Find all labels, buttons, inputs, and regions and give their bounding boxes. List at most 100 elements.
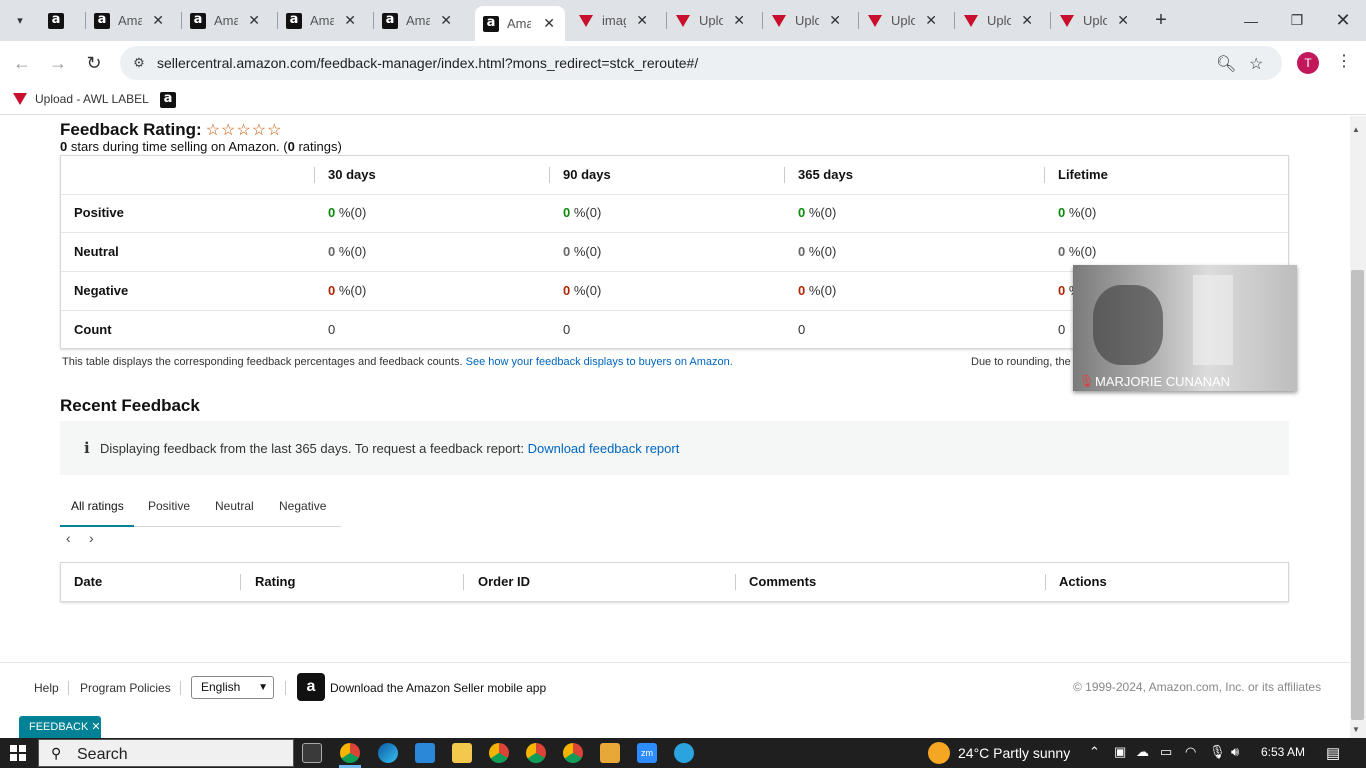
language-select[interactable]: English ▼ (191, 676, 274, 699)
awl-favicon-icon (13, 93, 27, 105)
scrollbar-thumb[interactable] (1351, 270, 1364, 720)
close-tab-icon[interactable]: ✕ (636, 12, 648, 29)
address-bar[interactable]: ⚙ sellercentral.amazon.com/feedback-mana… (120, 46, 1282, 80)
feedback-rating-label: Feedback Rating: (60, 120, 202, 139)
browser-tab[interactable]: a Ama ✕ (86, 6, 174, 35)
reload-icon[interactable]: ↻ (82, 51, 106, 75)
tab-title: Ama (406, 13, 430, 28)
restore-icon[interactable]: ❐ (1274, 0, 1320, 41)
close-tab-icon[interactable]: ✕ (344, 12, 356, 29)
summary-ratings-value: 0 (287, 139, 295, 154)
notification-icon[interactable]: ▤ (1326, 744, 1340, 762)
slack-icon[interactable] (600, 743, 620, 763)
browser-tab[interactable]: imag ✕ (570, 6, 658, 35)
close-tab-icon[interactable]: ✕ (440, 12, 452, 29)
browser-tab[interactable]: a Ama ✕ (475, 6, 565, 41)
close-window-icon[interactable]: ✕ (1320, 0, 1366, 41)
scroll-up-icon[interactable]: ▲ (1352, 125, 1360, 134)
close-tab-icon[interactable]: ✕ (152, 12, 164, 29)
tab-neutral[interactable]: Neutral (215, 489, 254, 527)
bookmark-star-icon[interactable]: ☆ (1249, 54, 1263, 74)
feedback-button[interactable]: FEEDBACK ✕ (19, 716, 101, 738)
tab-all-ratings[interactable]: All ratings (60, 489, 134, 527)
bookmark-amazon[interactable]: a (160, 92, 176, 108)
table-cell: 0 %(0) (1058, 194, 1096, 232)
microphone-icon[interactable]: 🎙︎ (1209, 744, 1226, 760)
url-text[interactable]: sellercentral.amazon.com/feedback-manage… (157, 55, 698, 71)
close-tab-icon[interactable]: ✕ (248, 12, 260, 29)
chrome-icon[interactable] (489, 743, 509, 763)
onedrive-icon[interactable]: ☁ (1136, 744, 1149, 760)
browser-tab[interactable]: a Ama ✕ (278, 6, 366, 35)
task-view-icon[interactable] (302, 743, 322, 763)
close-tab-icon[interactable]: ✕ (1021, 12, 1033, 29)
help-link[interactable]: Help (34, 681, 59, 695)
taskbar-search[interactable]: ⚲ Search (38, 739, 294, 767)
awl-favicon-icon (867, 13, 883, 29)
tab-search-button[interactable]: ▾ (7, 8, 33, 32)
browser-tab[interactable]: a (40, 6, 76, 35)
meet-now-icon[interactable]: ▣ (1114, 744, 1126, 760)
bookmark-awl-label[interactable]: Upload - AWL LABEL (13, 92, 149, 106)
close-tab-icon[interactable]: ✕ (925, 12, 937, 29)
video-call-overlay[interactable]: 🎙︎ MARJORIE CUNANAN (1073, 265, 1297, 391)
column-header: 90 days (563, 167, 611, 182)
program-policies-link[interactable]: Program Policies (80, 681, 171, 695)
file-explorer-icon[interactable] (452, 743, 472, 763)
download-report-link[interactable]: Download feedback report (528, 441, 680, 456)
cell-suffix: %(0) (335, 205, 367, 220)
chevron-right-icon[interactable]: › (89, 530, 94, 546)
clock[interactable]: 6:53 AM (1261, 745, 1305, 759)
download-app-link[interactable]: Download the Amazon Seller mobile app (330, 681, 546, 695)
close-tab-icon[interactable]: ✕ (733, 12, 745, 29)
zoom-app-icon[interactable]: zm (637, 743, 657, 763)
windows-start-icon[interactable] (10, 745, 26, 761)
new-tab-button[interactable]: + (1150, 8, 1172, 32)
tab-title: Uplo (699, 13, 723, 28)
table-cell: 0 %(0) (798, 272, 836, 310)
battery-icon[interactable]: ▭ (1160, 744, 1172, 760)
browser-tab[interactable]: Uplo ✕ (1051, 6, 1139, 35)
buyer-display-link[interactable]: See how your feedback displays to buyers… (466, 356, 733, 368)
chrome-icon[interactable] (563, 743, 583, 763)
cell-value: 0 (1058, 322, 1066, 337)
column-header: Lifetime (1058, 167, 1108, 182)
search-icon: ⚲ (51, 745, 62, 761)
forward-icon[interactable]: → (46, 51, 70, 75)
amazon-favicon-icon: a (48, 12, 64, 29)
browser-tab[interactable]: a Ama ✕ (182, 6, 270, 35)
chrome-icon[interactable] (526, 743, 546, 763)
browser-tab[interactable]: Uplo ✕ (763, 6, 851, 35)
menu-icon[interactable]: ⋮ (1336, 51, 1352, 71)
site-info-icon[interactable]: ⚙ (130, 54, 148, 72)
store-icon[interactable] (415, 743, 435, 763)
info-text: Displaying feedback from the last 365 da… (100, 441, 524, 456)
volume-icon[interactable]: 🔊︎ (1231, 744, 1239, 760)
seller-app-icon[interactable]: a (297, 673, 325, 701)
weather-widget[interactable]: 24°C Partly sunny (928, 742, 1070, 764)
wifi-icon[interactable]: ◠ (1185, 744, 1196, 760)
chevron-left-icon[interactable]: ‹ (66, 530, 71, 546)
edge-icon[interactable] (378, 743, 398, 763)
browser-tab[interactable]: Uplo ✕ (955, 6, 1043, 35)
amazon-favicon-icon: a (190, 12, 206, 29)
chevron-up-icon[interactable]: ⌃ (1089, 744, 1100, 760)
tab-positive[interactable]: Positive (148, 489, 190, 527)
tab-negative[interactable]: Negative (279, 489, 326, 527)
cell-value: 0 (563, 322, 571, 337)
table-cell: 0 %(0) (798, 194, 836, 232)
zoom-icon[interactable]: 🔍︎ (1216, 54, 1236, 74)
close-tab-icon[interactable]: ✕ (543, 15, 555, 32)
close-tab-icon[interactable]: ✕ (1117, 12, 1129, 29)
back-icon[interactable]: ← (10, 51, 34, 75)
telegram-icon[interactable] (674, 743, 694, 763)
profile-avatar[interactable]: T (1297, 52, 1319, 74)
scroll-down-icon[interactable]: ▼ (1352, 725, 1360, 734)
close-tab-icon[interactable]: ✕ (829, 12, 841, 29)
page-content: Feedback Rating: ☆☆☆☆☆ 0 stars during ti… (0, 116, 1350, 738)
browser-tab[interactable]: Uplo ✕ (667, 6, 755, 35)
browser-tab[interactable]: Uplo ✕ (859, 6, 947, 35)
chrome-icon[interactable] (340, 743, 360, 763)
minimize-icon[interactable]: — (1228, 0, 1274, 41)
browser-tab[interactable]: a Ama ✕ (374, 6, 462, 35)
